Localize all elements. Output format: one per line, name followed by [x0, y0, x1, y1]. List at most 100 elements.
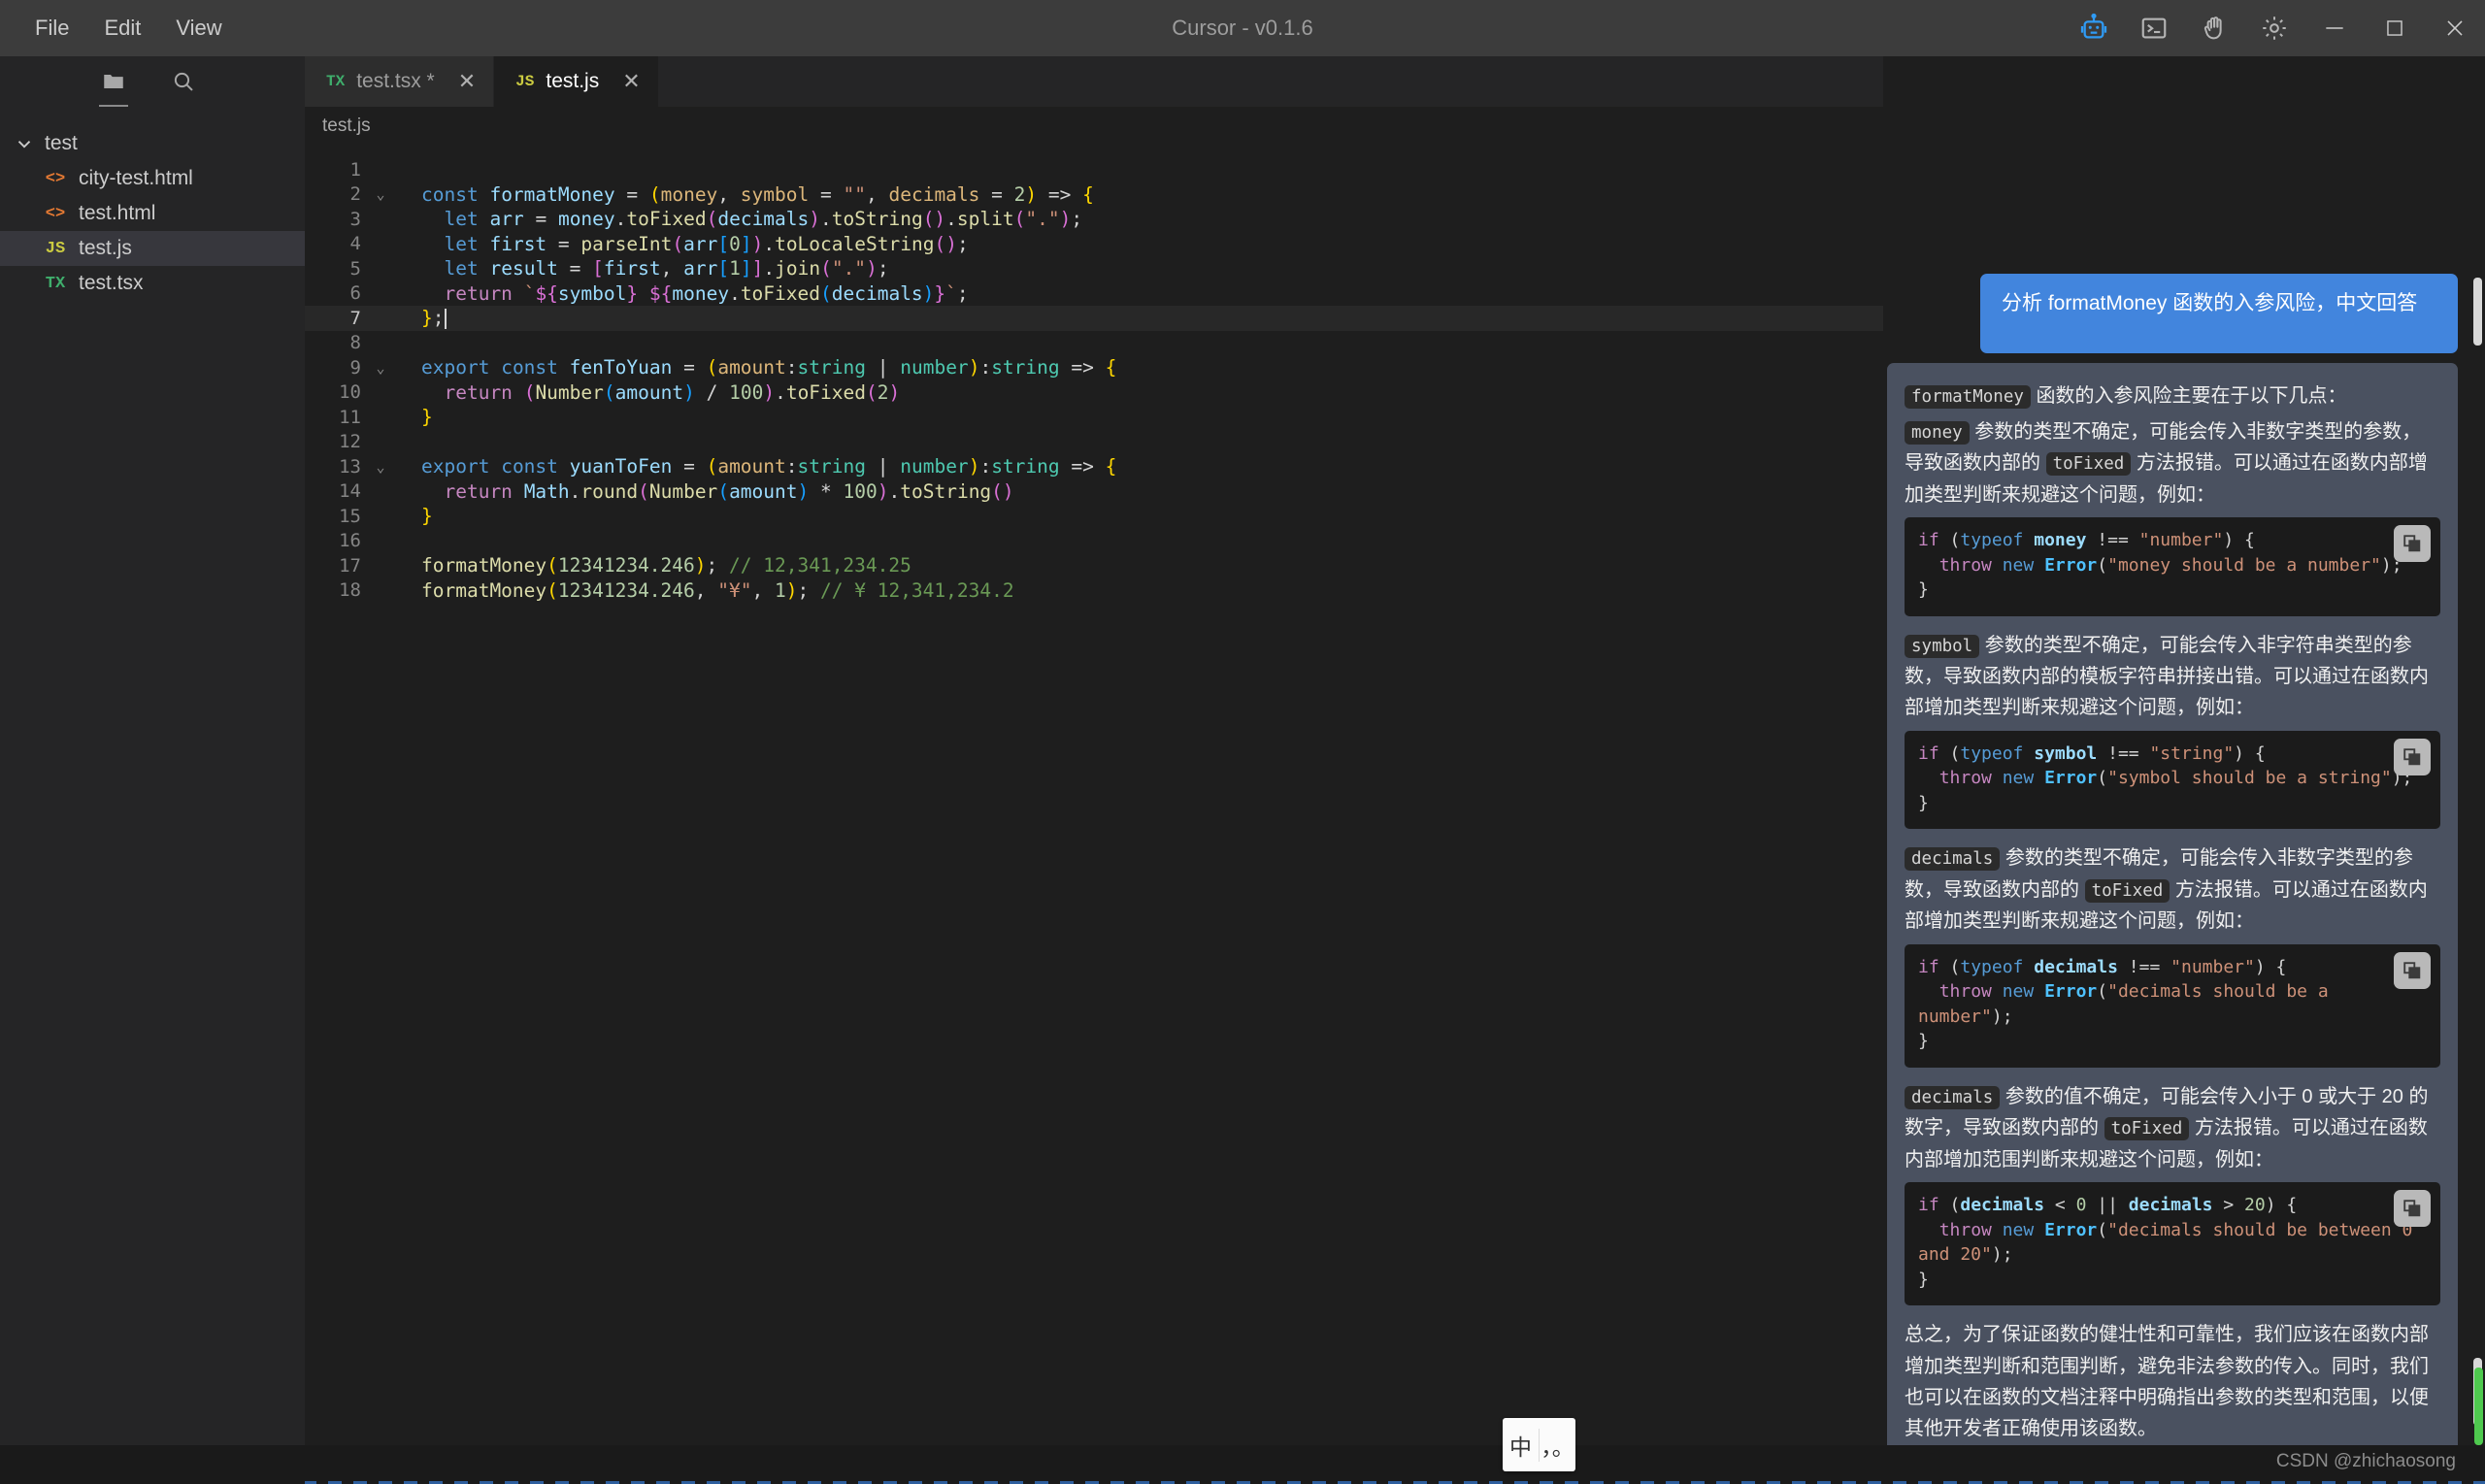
code-line[interactable]: 7}; [305, 306, 1883, 331]
chat-user-message: 分析 formatMoney 函数的入参风险，中文回答 [1980, 274, 2458, 354]
menu-view[interactable]: View [160, 12, 237, 45]
menu-file[interactable]: File [19, 12, 84, 45]
copy-icon[interactable] [2394, 525, 2431, 562]
code-line[interactable]: 18 formatMoney(12341234.246, "¥", 1); // … [305, 578, 1883, 604]
gear-icon[interactable] [2244, 0, 2304, 56]
terminal-icon[interactable] [2124, 0, 2184, 56]
chat-code-line: } [1918, 1031, 1929, 1052]
line-number: 5 [349, 257, 361, 280]
line-number: 18 [339, 579, 361, 602]
wave-hand-icon[interactable] [2184, 0, 2244, 56]
chat-code-line: throw new Error("money should be a numbe… [1938, 554, 2402, 576]
copy-icon[interactable] [2394, 738, 2431, 775]
search-icon[interactable] [167, 65, 200, 98]
code-line[interactable]: 10 return (Number(amount) / 100).toFixed… [305, 380, 1883, 406]
chat-paragraph: formatMoney 函数的入参风险主要在于以下几点： [1905, 380, 2440, 412]
window-close-button[interactable] [2425, 0, 2485, 56]
line-number: 6 [349, 282, 361, 305]
code-text: formatMoney(12341234.246); // 12,341,234… [421, 554, 911, 577]
code-line[interactable]: 8 [305, 331, 1883, 356]
code-line[interactable]: 1 [305, 157, 1883, 182]
code-editor[interactable]: 1 2 ⌄ const formatMoney = (money, symbol = … [305, 146, 1883, 1445]
tree-item-test-html[interactable]: <> test.html [0, 196, 305, 231]
fold-chevron-icon[interactable]: ⌄ [365, 359, 396, 377]
inline-code: toFixed [2084, 878, 2170, 903]
ime-indicator[interactable]: 中 ，。 [1503, 1418, 1575, 1471]
chat-code-line: } [1918, 1269, 1929, 1290]
tree-item-test-tsx[interactable]: TX test.tsx [0, 266, 305, 301]
code-line[interactable]: 6 return `${symbol} ${money.toFixed(deci… [305, 281, 1883, 307]
code-text: export const yuanToFen = (amount:string … [421, 455, 1117, 478]
close-icon[interactable]: ✕ [458, 71, 476, 92]
code-text: return (Number(amount) / 100).toFixed(2) [444, 380, 901, 404]
window-maximize-button[interactable] [2365, 0, 2425, 56]
tree-root-test[interactable]: test [0, 126, 305, 161]
chat-assistant-message: formatMoney 函数的入参风险主要在于以下几点： money 参数的类型不… [1887, 363, 2458, 1445]
tree-item-city-test-html[interactable]: <> city-test.html [0, 161, 305, 196]
ime-punctuation-toggle[interactable]: ，。 [1539, 1428, 1575, 1462]
js-file-icon: JS [515, 73, 535, 90]
ai-chat-panel: 分析 formatMoney 函数的入参风险，中文回答 formatMoney … [1883, 56, 2485, 1445]
code-text: let first = parseInt(arr[0]).toLocaleStr… [444, 232, 969, 255]
robot-icon[interactable] [2064, 0, 2124, 56]
ime-language-toggle[interactable]: 中 [1503, 1429, 1539, 1462]
code-line[interactable]: 16 [305, 529, 1883, 554]
chat-code-line: if (typeof symbol !== "string") { [1918, 742, 2266, 764]
code-line[interactable]: 5 let result = [first, arr[1]].join(".")… [305, 256, 1883, 281]
code-line[interactable]: 12 [305, 430, 1883, 455]
line-number: 3 [349, 208, 361, 230]
code-line[interactable]: 3 let arr = money.toFixed(decimals).toSt… [305, 207, 1883, 232]
line-number: 17 [339, 554, 361, 577]
code-text: } [421, 406, 433, 429]
tree-item-label: test.js [79, 237, 132, 259]
fold-chevron-icon[interactable]: ⌄ [365, 185, 396, 203]
menu-edit[interactable]: Edit [88, 12, 156, 45]
line-number: 9 [349, 356, 361, 379]
tree-item-label: test.html [79, 202, 156, 224]
line-number: 1 [349, 158, 361, 181]
tab-test-tsx[interactable]: TX test.tsx * ✕ [305, 56, 495, 107]
code-line[interactable]: 11} [305, 405, 1883, 430]
tsx-file-icon: TX [326, 73, 346, 90]
code-line[interactable]: 9 ⌄ export const fenToYuan = (amount:strin… [305, 355, 1883, 380]
code-text: return `${symbol} ${money.toFixed(decima… [444, 281, 969, 305]
main-area: test <> city-test.html <> test.html JS t… [0, 56, 2485, 1445]
window-scrollbar-thumb-top[interactable] [2473, 278, 2482, 346]
chat-code-block: if (typeof symbol !== "string") { throw … [1905, 730, 2440, 830]
copy-icon[interactable] [2394, 1189, 2431, 1227]
chat-code-block: if (typeof decimals !== "number") { thro… [1905, 943, 2440, 1068]
code-text: export const fenToYuan = (amount:string … [421, 356, 1117, 379]
code-line[interactable]: 14 return Math.round(Number(amount) * 10… [305, 479, 1883, 505]
inline-code: toFixed [2045, 452, 2132, 477]
editor-tab-bar: TX test.tsx * ✕ JS test.js ✕ [305, 56, 1883, 107]
line-number: 8 [349, 332, 361, 354]
code-line[interactable]: 13 ⌄ export const yuanToFen = (amount:stri… [305, 454, 1883, 479]
chat-scroll-area[interactable]: 分析 formatMoney 函数的入参风险，中文回答 formatMoney … [1883, 56, 2485, 1445]
copy-icon[interactable] [2394, 951, 2431, 989]
code-text: formatMoney(12341234.246, "¥", 1); // ¥ … [421, 578, 1014, 602]
menu-bar: File Edit View [0, 12, 238, 45]
tab-label: test.tsx * [356, 70, 435, 92]
code-line[interactable]: 17 formatMoney(12341234.246); // 12,341,2… [305, 553, 1883, 578]
chat-paragraph: decimals 参数的类型不确定，可能会传入非数字类型的参数，导致函数内部的 … [1905, 847, 2428, 933]
code-line[interactable]: 4 let first = parseInt(arr[0]).toLocaleS… [305, 232, 1883, 257]
scroll-indicator-green [2474, 1368, 2483, 1445]
chat-code-line: throw new Error("symbol should be a stri… [1938, 768, 2413, 789]
explorer-icon[interactable] [97, 65, 130, 107]
code-line[interactable]: 15} [305, 504, 1883, 529]
window-scrollbar[interactable] [2469, 56, 2485, 1484]
title-bar: File Edit View Cursor - v0.1.6 [0, 0, 2485, 56]
line-number: 11 [339, 406, 361, 428]
code-line[interactable]: 2 ⌄ const formatMoney = (money, symbol = "… [305, 182, 1883, 208]
close-icon[interactable]: ✕ [622, 71, 640, 92]
js-file-icon: JS [45, 239, 66, 258]
line-number: 10 [339, 381, 361, 404]
tree-item-test-js[interactable]: JS test.js [0, 231, 305, 266]
code-text: return Math.round(Number(amount) * 100).… [444, 479, 1014, 503]
code-text: }; [421, 307, 447, 330]
inline-code: symbol [1905, 634, 1980, 658]
fold-chevron-icon[interactable]: ⌄ [365, 458, 396, 476]
tab-test-js[interactable]: JS test.js ✕ [494, 56, 660, 107]
breadcrumb[interactable]: test.js [305, 107, 1883, 146]
window-minimize-button[interactable] [2304, 0, 2365, 56]
